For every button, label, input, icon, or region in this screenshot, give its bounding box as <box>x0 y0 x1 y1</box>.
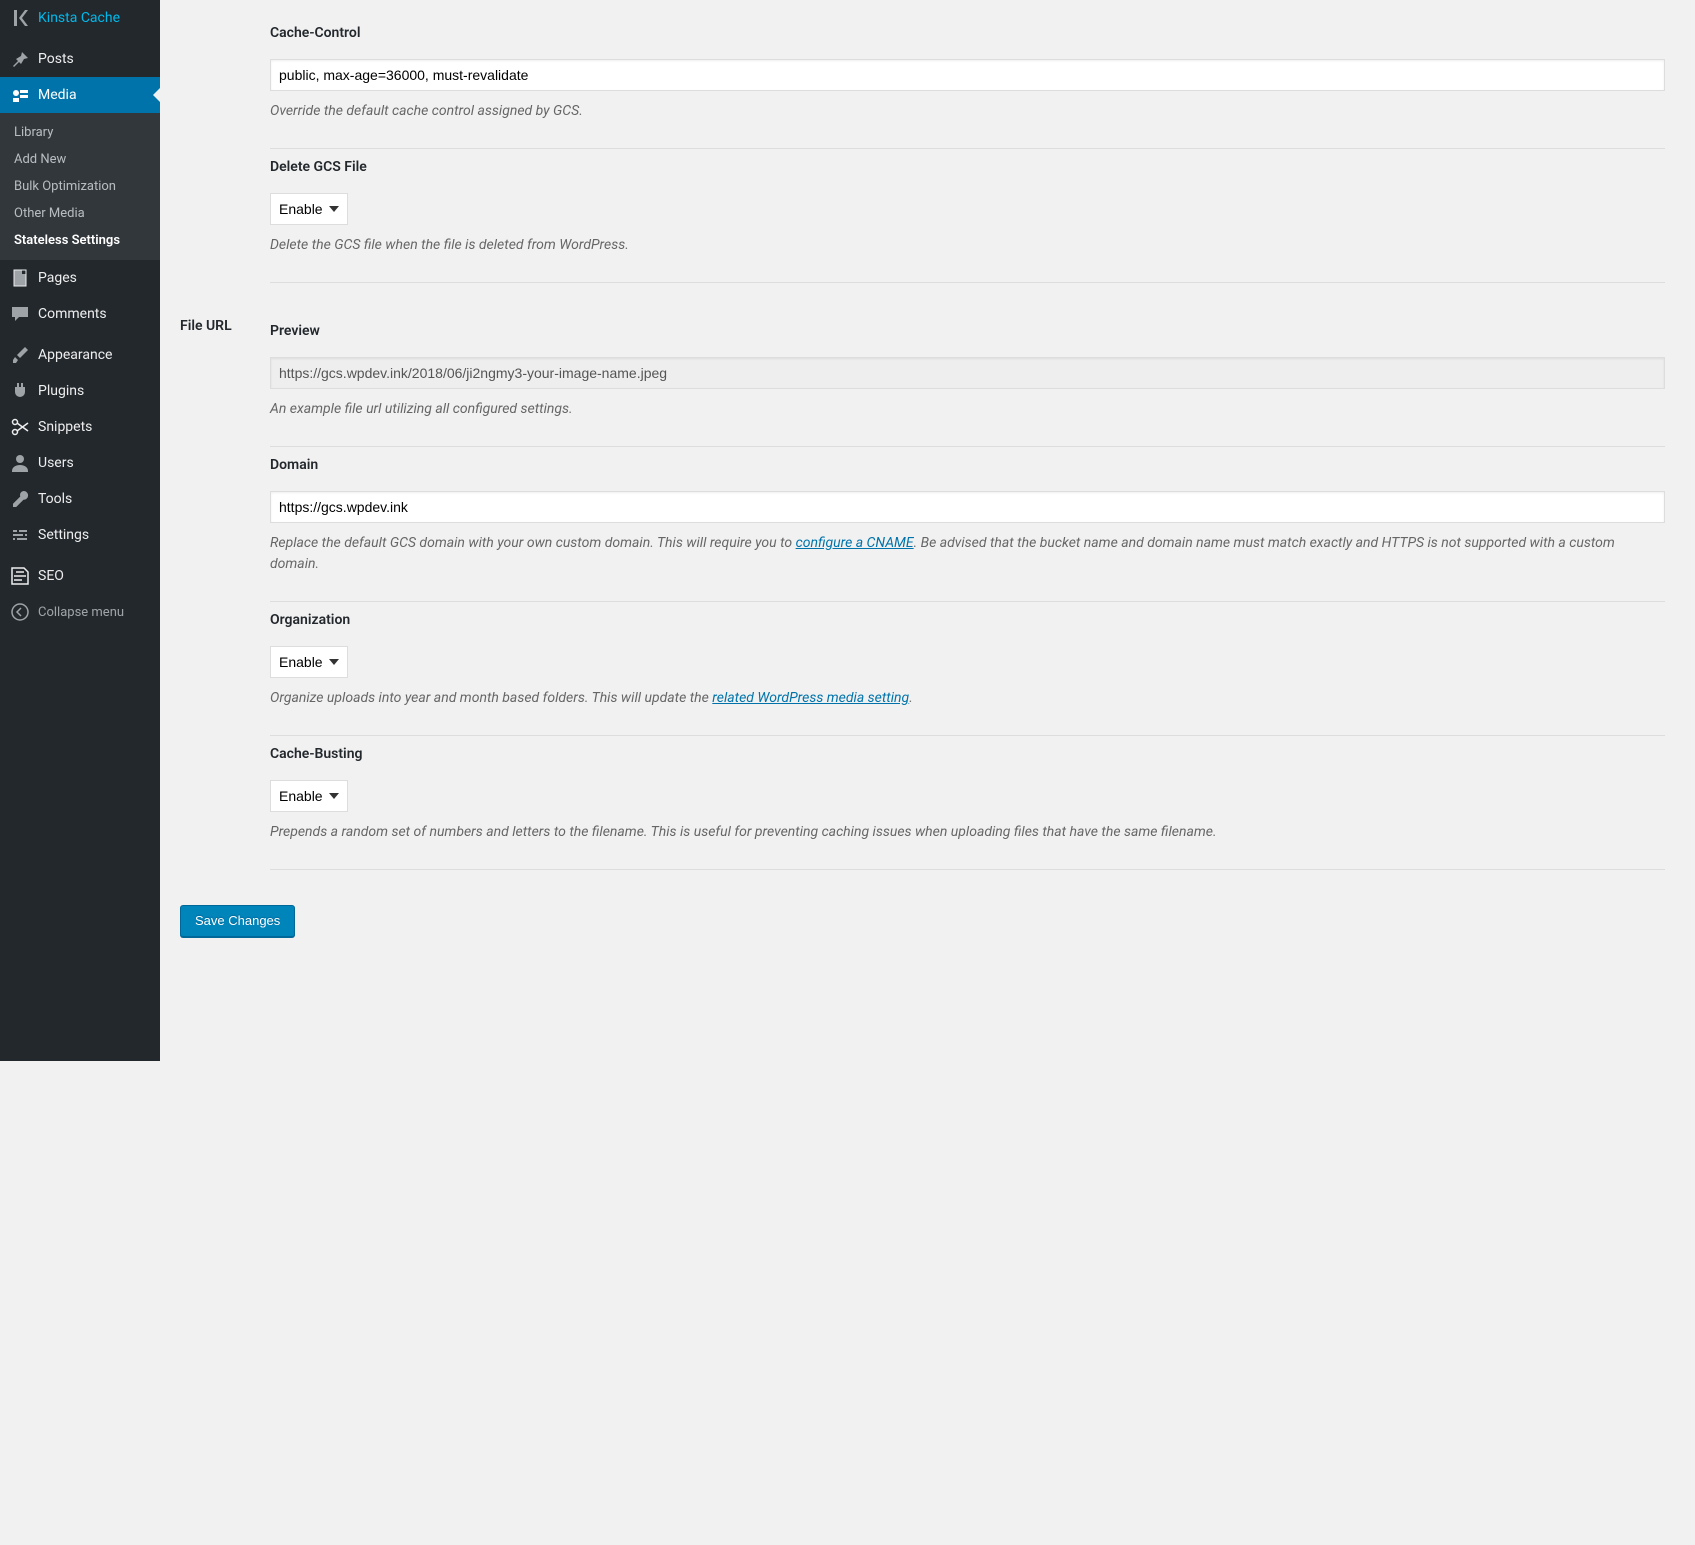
cache-busting-select[interactable]: Enable <box>270 780 348 812</box>
sidebar-item-posts[interactable]: Posts <box>0 41 160 77</box>
media-submenu: Library Add New Bulk Optimization Other … <box>0 113 160 260</box>
preview-label: Preview <box>270 323 1665 339</box>
user-icon <box>10 453 30 473</box>
submenu-add-new[interactable]: Add New <box>0 146 160 173</box>
domain-label: Domain <box>270 457 1665 473</box>
comment-icon <box>10 304 30 324</box>
sidebar-item-users[interactable]: Users <box>0 445 160 481</box>
divider <box>270 869 1665 870</box>
main-content: Cache-Control Override the default cache… <box>160 0 1695 1061</box>
sidebar-item-plugins[interactable]: Plugins <box>0 373 160 409</box>
plug-icon <box>10 381 30 401</box>
sidebar-item-tools[interactable]: Tools <box>0 481 160 517</box>
submenu-stateless-settings[interactable]: Stateless Settings <box>0 227 160 254</box>
related-media-setting-link[interactable]: related WordPress media setting <box>712 690 909 706</box>
brush-icon <box>10 345 30 365</box>
scissors-icon <box>10 417 30 437</box>
preview-help: An example file url utilizing all config… <box>270 399 1665 420</box>
sidebar-item-settings[interactable]: Settings <box>0 517 160 553</box>
sidebar-item-label: Plugins <box>38 383 84 399</box>
sidebar-item-label: Pages <box>38 270 77 286</box>
section-file-url: File URL <box>180 298 260 885</box>
collapse-icon <box>10 602 30 622</box>
preview-input <box>270 357 1665 389</box>
sidebar-item-label: Posts <box>38 51 74 67</box>
configure-cname-link[interactable]: configure a CNAME <box>796 535 914 551</box>
cache-control-help: Override the default cache control assig… <box>270 101 1665 122</box>
admin-sidebar: Kinsta Cache Posts Media Library Add New… <box>0 0 160 1061</box>
wrench-icon <box>10 489 30 509</box>
organization-label: Organization <box>270 612 1665 628</box>
sidebar-item-label: Comments <box>38 306 107 322</box>
pin-icon <box>10 49 30 69</box>
page-icon <box>10 268 30 288</box>
organization-select[interactable]: Enable <box>270 646 348 678</box>
submenu-other-media[interactable]: Other Media <box>0 200 160 227</box>
sidebar-item-pages[interactable]: Pages <box>0 260 160 296</box>
sidebar-item-label: Snippets <box>38 419 92 435</box>
cache-busting-help: Prepends a random set of numbers and let… <box>270 822 1665 843</box>
cache-busting-label: Cache-Busting <box>270 746 1665 762</box>
sidebar-item-label: Settings <box>38 527 89 543</box>
sidebar-item-appearance[interactable]: Appearance <box>0 337 160 373</box>
save-changes-button[interactable]: Save Changes <box>180 905 295 937</box>
sidebar-item-label: SEO <box>38 568 64 584</box>
media-icon <box>10 85 30 105</box>
sliders-icon <box>10 525 30 545</box>
sidebar-item-label: Appearance <box>38 347 112 363</box>
submenu-bulk-optimization[interactable]: Bulk Optimization <box>0 173 160 200</box>
sidebar-item-seo[interactable]: SEO <box>0 558 160 594</box>
delete-gcs-select[interactable]: Enable <box>270 193 348 225</box>
kinsta-icon <box>10 8 30 28</box>
cache-control-input[interactable] <box>270 59 1665 91</box>
delete-gcs-label: Delete GCS File <box>270 159 1665 175</box>
seo-icon <box>10 566 30 586</box>
sidebar-item-media[interactable]: Media <box>0 77 160 113</box>
cache-control-label: Cache-Control <box>270 25 1665 41</box>
delete-gcs-help: Delete the GCS file when the file is del… <box>270 235 1665 256</box>
domain-input[interactable] <box>270 491 1665 523</box>
collapse-label: Collapse menu <box>38 605 124 620</box>
submenu-library[interactable]: Library <box>0 119 160 146</box>
sidebar-item-kinsta-cache[interactable]: Kinsta Cache <box>0 0 160 36</box>
sidebar-item-label: Kinsta Cache <box>38 10 120 26</box>
sidebar-item-snippets[interactable]: Snippets <box>0 409 160 445</box>
sidebar-item-label: Users <box>38 455 74 471</box>
organization-help: Organize uploads into year and month bas… <box>270 688 1665 709</box>
sidebar-item-label: Tools <box>38 491 72 507</box>
sidebar-item-label: Media <box>38 87 77 103</box>
collapse-menu[interactable]: Collapse menu <box>0 594 160 630</box>
divider <box>270 282 1665 283</box>
section-blank <box>180 0 260 298</box>
sidebar-item-comments[interactable]: Comments <box>0 296 160 332</box>
domain-help: Replace the default GCS domain with your… <box>270 533 1665 575</box>
